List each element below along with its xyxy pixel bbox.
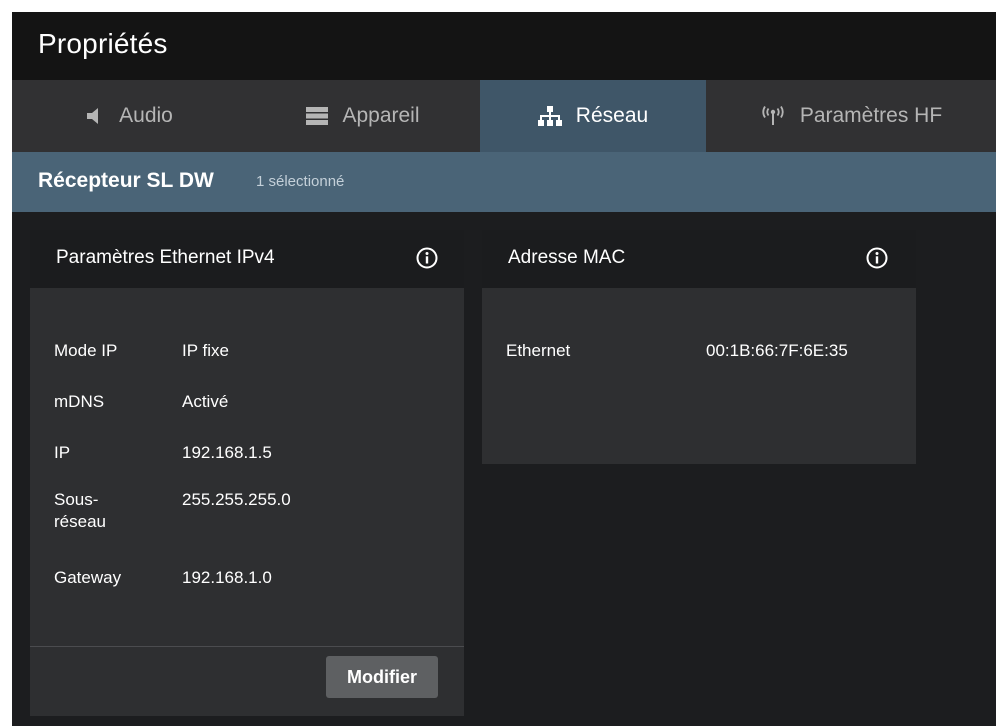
info-icon[interactable]	[866, 247, 888, 269]
info-icon[interactable]	[416, 247, 438, 269]
subnet-value: 255.255.255.0	[182, 490, 291, 509]
tab-parametres-hf[interactable]: Paramètres HF	[706, 80, 996, 152]
speaker-icon	[85, 106, 105, 126]
tab-reseau-label: Réseau	[575, 104, 649, 127]
ethernet-settings-card: Paramètres Ethernet IPv4 Mode IP IP fixe…	[30, 230, 464, 716]
title-bar: Propriétés	[12, 12, 996, 80]
gateway-label: Gateway	[54, 568, 122, 587]
selection-count: 1 sélectionné	[256, 173, 345, 190]
window-title: Propriétés	[38, 28, 168, 59]
tab-parametres-hf-label: Paramètres HF	[799, 104, 943, 127]
device-name: Récepteur SL DW	[38, 169, 214, 192]
edit-button[interactable]: Modifier	[326, 656, 438, 698]
tab-reseau[interactable]: Réseau	[480, 80, 706, 152]
mac-address-card: Adresse MAC Ethernet 00:1B:66:7F:6E:35	[482, 230, 916, 464]
subnet-label: Sous- réseau	[54, 490, 106, 531]
device-header: Récepteur SL DW 1 sélectionné	[12, 152, 996, 212]
properties-window: Propriétés Audio Appareil Réseau Paramèt…	[12, 12, 996, 726]
ip-value: 192.168.1.5	[182, 443, 272, 462]
tab-appareil[interactable]: Appareil	[246, 80, 480, 152]
device-icon	[306, 107, 329, 125]
ip-label: IP	[54, 443, 71, 462]
tab-audio[interactable]: Audio	[12, 80, 246, 152]
antenna-icon	[760, 106, 786, 126]
mdns-value: Activé	[182, 392, 229, 411]
mac-card-header: Adresse MAC	[482, 230, 916, 288]
mdns-label: mDNS	[54, 392, 105, 411]
tab-appareil-label: Appareil	[342, 104, 420, 127]
mac-ethernet-label: Ethernet	[506, 341, 571, 360]
ip-mode-value: IP fixe	[182, 341, 229, 360]
mac-card-title: Adresse MAC	[508, 247, 626, 268]
ethernet-card-header: Paramètres Ethernet IPv4	[30, 230, 464, 288]
ip-mode-label: Mode IP	[54, 341, 118, 360]
tab-bar: Audio Appareil Réseau Paramètres HF	[12, 80, 996, 152]
mac-ethernet-value: 00:1B:66:7F:6E:35	[706, 341, 848, 360]
card-divider	[30, 646, 464, 647]
tab-audio-label: Audio	[119, 104, 173, 127]
network-icon	[537, 106, 562, 126]
gateway-value: 192.168.1.0	[182, 568, 272, 587]
ethernet-card-title: Paramètres Ethernet IPv4	[56, 247, 275, 268]
